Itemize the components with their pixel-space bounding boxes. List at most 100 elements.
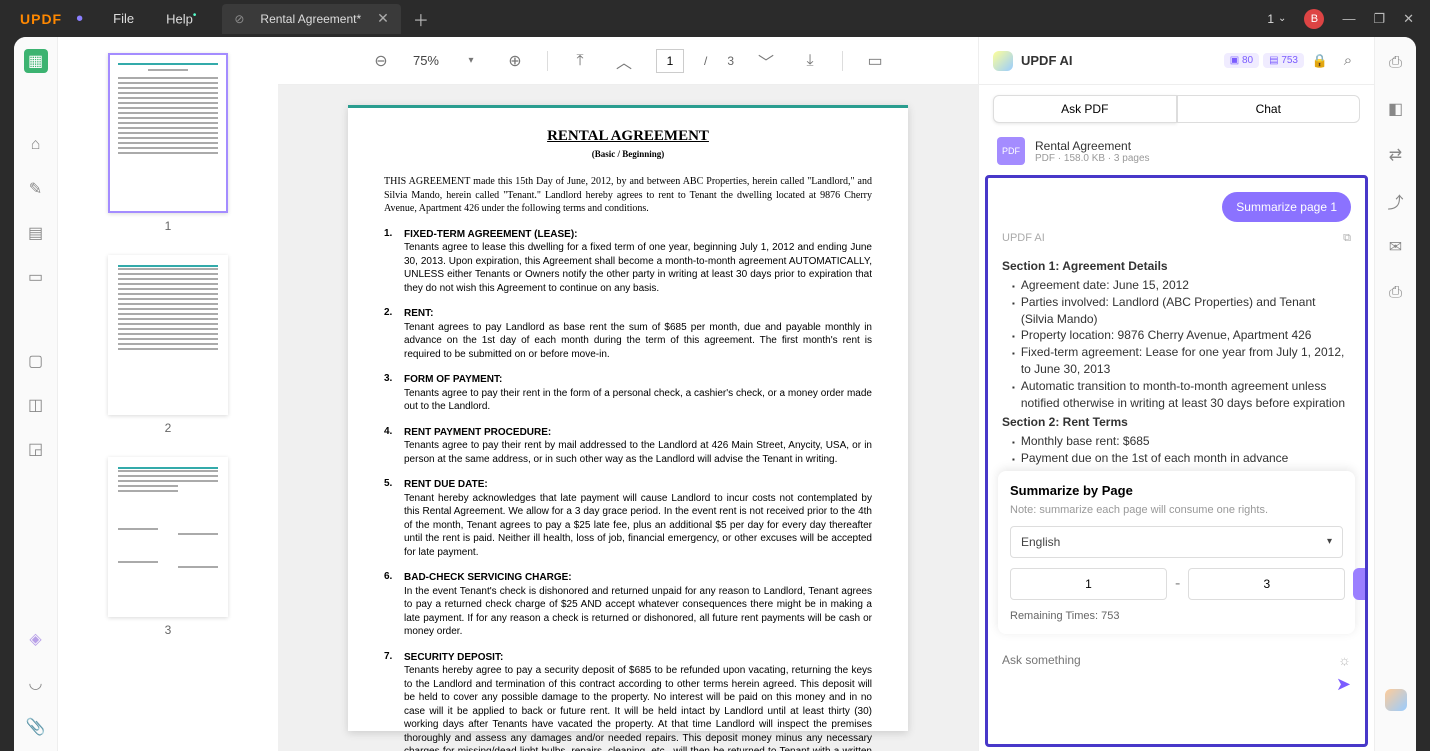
zoom-in-icon[interactable]: ⊕ — [503, 49, 527, 73]
language-select[interactable]: English▾ — [1010, 526, 1343, 558]
close-window-icon[interactable]: ✕ — [1403, 11, 1414, 27]
left-toolbar: ▦ ⌂ ✎ ▤ ▭ ▢ ◫ ◲ ◈ ◡ 📎 — [14, 37, 58, 751]
next-page-icon[interactable]: ﹀ — [754, 49, 778, 73]
remaining-times: Remaining Times: 753 — [1010, 610, 1343, 622]
response-bullet: Agreement date: June 15, 2012 — [1012, 277, 1351, 294]
ask-input-row: ☼ — [988, 642, 1365, 674]
zoom-level[interactable]: 75% — [413, 53, 439, 68]
response-bullet: Automatic transition to month-to-month a… — [1012, 378, 1351, 412]
summarize-title: Summarize by Page — [1010, 483, 1343, 498]
intro-paragraph: THIS AGREEMENT made this 15th Day of Jun… — [384, 175, 872, 216]
search-icon[interactable]: ⌕ — [1336, 49, 1360, 73]
document-subtitle: (Basic / Beginning) — [384, 149, 872, 159]
tab-chat[interactable]: Chat — [1177, 95, 1361, 123]
thumb-label-1: 1 — [58, 219, 278, 233]
ai-response-label: UPDF AI ⧉ — [988, 226, 1365, 251]
organize-icon[interactable]: ▭ — [24, 265, 48, 289]
zoom-dropdown-icon[interactable]: ▾ — [459, 49, 483, 73]
doc-info-name: Rental Agreement — [1035, 139, 1150, 153]
response-section-title: Section 2: Rent Terms — [1002, 415, 1351, 429]
send-icon[interactable]: ➤ — [1336, 674, 1351, 694]
comment-icon[interactable]: ✎ — [24, 177, 48, 201]
pdf-file-icon: PDF — [997, 137, 1025, 165]
minimize-icon[interactable]: — — [1342, 11, 1355, 26]
menu-help[interactable]: Help• — [166, 10, 196, 26]
clause: 4.RENT PAYMENT PROCEDURE:Tenants agree t… — [384, 426, 872, 467]
convert-icon[interactable]: ⇄ — [1384, 143, 1408, 167]
thumb-label-2: 2 — [58, 421, 278, 435]
export-icon[interactable]: ◧ — [1384, 97, 1408, 121]
presentation-icon[interactable]: ▭ — [863, 49, 887, 73]
response-bullet: Fixed-term agreement: Lease for one year… — [1012, 344, 1351, 378]
response-section-title: Section 1: Agreement Details — [1002, 259, 1351, 273]
attachment-icon[interactable]: 📎 — [24, 715, 48, 739]
thumb-page-1[interactable] — [108, 53, 228, 213]
prev-page-icon[interactable]: ︿ — [612, 49, 636, 73]
document-toolbar: ⊖ 75% ▾ ⊕ ⤒ ︿ / 3 ﹀ ⤓ ▭ — [278, 37, 978, 85]
titlebar: UPDF • File Help• ⊘ Rental Agreement* ✕ … — [0, 0, 1430, 37]
layers-icon[interactable]: ◈ — [24, 627, 48, 651]
lock-icon[interactable]: 🔒 — [1308, 49, 1332, 73]
tab-close-icon[interactable]: ✕ — [377, 10, 389, 27]
page-from-input[interactable] — [1010, 568, 1167, 600]
share-icon[interactable]: ⤴ — [1384, 189, 1408, 213]
clause: 7.SECURITY DEPOSIT:Tenants hereby agree … — [384, 651, 872, 751]
document-tab[interactable]: ⊘ Rental Agreement* ✕ — [222, 4, 401, 34]
thumb-label-3: 3 — [58, 623, 278, 637]
tool-b-icon[interactable]: ◫ — [24, 393, 48, 417]
page-input[interactable] — [656, 49, 684, 73]
tab-ask-pdf[interactable]: Ask PDF — [993, 95, 1177, 123]
thumbnails-icon[interactable]: ▦ — [24, 49, 48, 73]
summarize-note: Note: summarize each page will consume o… — [1010, 504, 1343, 516]
response-bullet: Property location: 9876 Cherry Avenue, A… — [1012, 327, 1351, 344]
zoom-out-icon[interactable]: ⊖ — [369, 49, 393, 73]
clause: 6.BAD-CHECK SERVICING CHARGE:In the even… — [384, 571, 872, 639]
copy-icon[interactable]: ⧉ — [1343, 232, 1351, 245]
ai-panel-title: UPDF AI — [1021, 53, 1073, 68]
suggestion-icon[interactable]: ☼ — [1338, 652, 1351, 668]
thumb-page-3[interactable] — [108, 457, 228, 617]
reader-icon[interactable]: ⌂ — [24, 133, 48, 157]
right-toolbar: ⎙ ◧ ⇄ ⤴ ✉ ⎙ — [1374, 37, 1416, 751]
summarize-card: Summarize by Page Note: summarize each p… — [998, 471, 1355, 634]
edit-icon[interactable]: ▤ — [24, 221, 48, 245]
pdf-page: RENTAL AGREEMENT (Basic / Beginning) THI… — [348, 105, 908, 731]
clause: 2.RENT:Tenant agrees to pay Landlord as … — [384, 307, 872, 361]
last-page-icon[interactable]: ⤓ — [798, 49, 822, 73]
document-info: PDF Rental Agreement PDF · 158.0 KB · 3 … — [979, 133, 1374, 175]
page-to-input[interactable] — [1188, 568, 1345, 600]
ai-launch-icon[interactable] — [1385, 689, 1407, 711]
thumb-page-2[interactable] — [108, 255, 228, 415]
first-page-icon[interactable]: ⤒ — [568, 49, 592, 73]
tool-c-icon[interactable]: ◲ — [24, 437, 48, 461]
bookmark-icon[interactable]: ◡ — [24, 671, 48, 695]
ask-input[interactable] — [1002, 653, 1338, 667]
maximize-icon[interactable]: ❐ — [1373, 11, 1385, 27]
range-dash: - — [1175, 575, 1180, 593]
save-icon[interactable]: ⎙ — [1384, 51, 1408, 75]
response-bullet: Payment due on the 1st of each month in … — [1012, 450, 1351, 467]
response-bullet: Parties involved: Landlord (ABC Properti… — [1012, 294, 1351, 328]
menu-file[interactable]: File — [113, 11, 134, 26]
document-viewport[interactable]: RENTAL AGREEMENT (Basic / Beginning) THI… — [278, 85, 978, 751]
clause: 3.FORM OF PAYMENT:Tenants agree to pay t… — [384, 373, 872, 414]
tab-doc-icon: ⊘ — [234, 12, 244, 26]
ai-conversation: Summarize page 1 UPDF AI ⧉ Section 1: Ag… — [985, 175, 1368, 747]
ai-response-body: Section 1: Agreement Details Agreement da… — [988, 251, 1365, 471]
chevron-down-icon: ▾ — [1327, 536, 1332, 547]
new-tab-button[interactable]: ＋ — [413, 7, 429, 31]
workspace: ▦ ⌂ ✎ ▤ ▭ ▢ ◫ ◲ ◈ ◡ 📎 1 2 3 ⊖ 75% ▾ ⊕ ⤒ — [14, 37, 1416, 751]
print-icon[interactable]: ⎙ — [1384, 281, 1408, 305]
ai-panel: UPDF AI ▣ 80 ▤ 753 🔒 ⌕ Ask PDF Chat PDF … — [978, 37, 1374, 751]
user-avatar[interactable]: B — [1304, 9, 1324, 29]
app-logo: UPDF — [20, 11, 62, 27]
clause: 5.RENT DUE DATE:Tenant hereby acknowledg… — [384, 478, 872, 559]
user-count[interactable]: 1 ⌄ — [1267, 12, 1286, 26]
credits-badge-1: ▣ 80 — [1224, 53, 1259, 68]
user-message: Summarize page 1 — [1222, 192, 1351, 222]
go-button[interactable]: Go → — [1353, 568, 1368, 600]
mail-icon[interactable]: ✉ — [1384, 235, 1408, 259]
page-total: 3 — [727, 54, 734, 68]
tool-a-icon[interactable]: ▢ — [24, 349, 48, 373]
document-area: ⊖ 75% ▾ ⊕ ⤒ ︿ / 3 ﹀ ⤓ ▭ RENTAL AGREEMENT… — [278, 37, 978, 751]
